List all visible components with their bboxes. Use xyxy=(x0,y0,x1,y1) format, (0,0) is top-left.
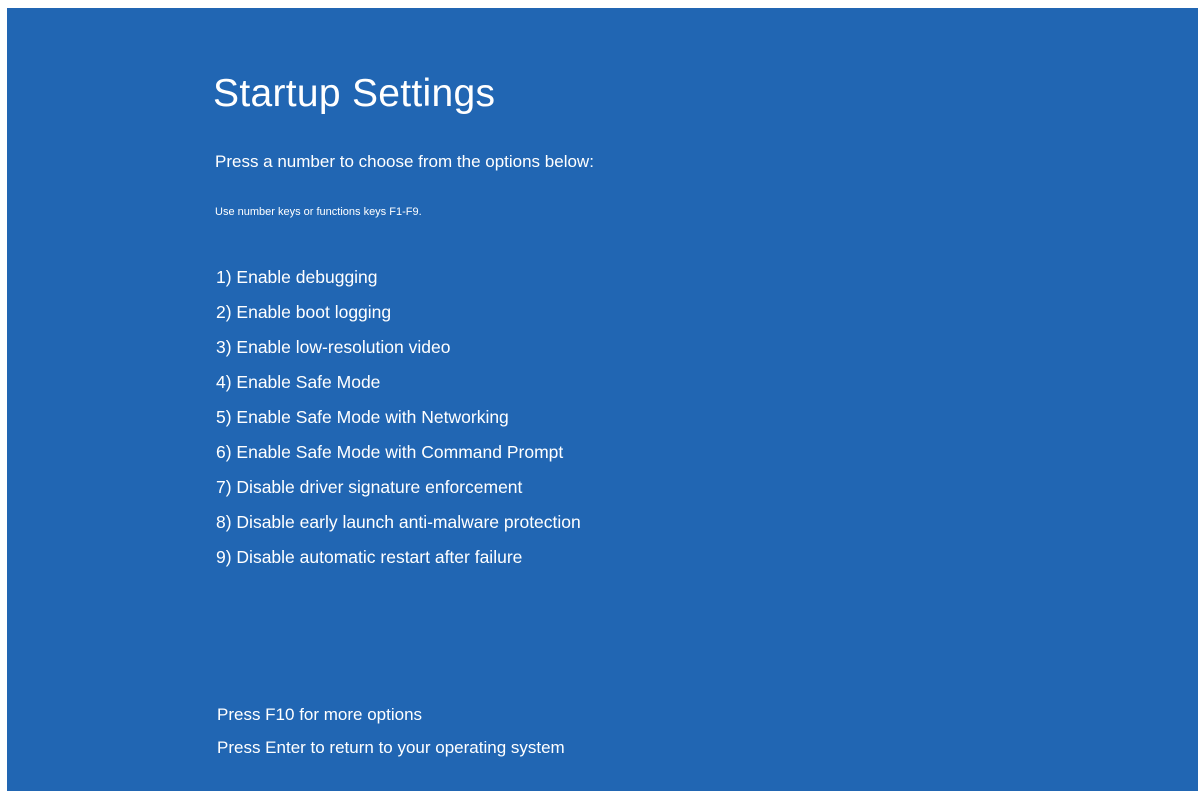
page-title: Startup Settings xyxy=(213,72,496,115)
more-options-instruction[interactable]: Press F10 for more options xyxy=(217,698,565,731)
option-enable-safe-mode-networking[interactable]: 5) Enable Safe Mode with Networking xyxy=(216,400,581,435)
instruction-prompt: Press a number to choose from the option… xyxy=(215,152,594,171)
startup-options-list: 1) Enable debugging 2) Enable boot loggi… xyxy=(216,260,581,575)
option-disable-automatic-restart[interactable]: 9) Disable automatic restart after failu… xyxy=(216,540,581,575)
key-hint: Use number keys or functions keys F1-F9. xyxy=(215,206,422,218)
option-enable-boot-logging[interactable]: 2) Enable boot logging xyxy=(216,295,581,330)
footer-instructions: Press F10 for more options Press Enter t… xyxy=(217,698,565,764)
option-enable-safe-mode-command-prompt[interactable]: 6) Enable Safe Mode with Command Prompt xyxy=(216,435,581,470)
option-enable-safe-mode[interactable]: 4) Enable Safe Mode xyxy=(216,365,581,400)
option-disable-driver-signature-enforcement[interactable]: 7) Disable driver signature enforcement xyxy=(216,470,581,505)
startup-settings-screen: Startup Settings Press a number to choos… xyxy=(7,8,1198,791)
option-disable-early-launch-anti-malware[interactable]: 8) Disable early launch anti-malware pro… xyxy=(216,505,581,540)
return-to-os-instruction[interactable]: Press Enter to return to your operating … xyxy=(217,731,565,764)
option-enable-debugging[interactable]: 1) Enable debugging xyxy=(216,260,581,295)
option-enable-low-resolution-video[interactable]: 3) Enable low-resolution video xyxy=(216,330,581,365)
